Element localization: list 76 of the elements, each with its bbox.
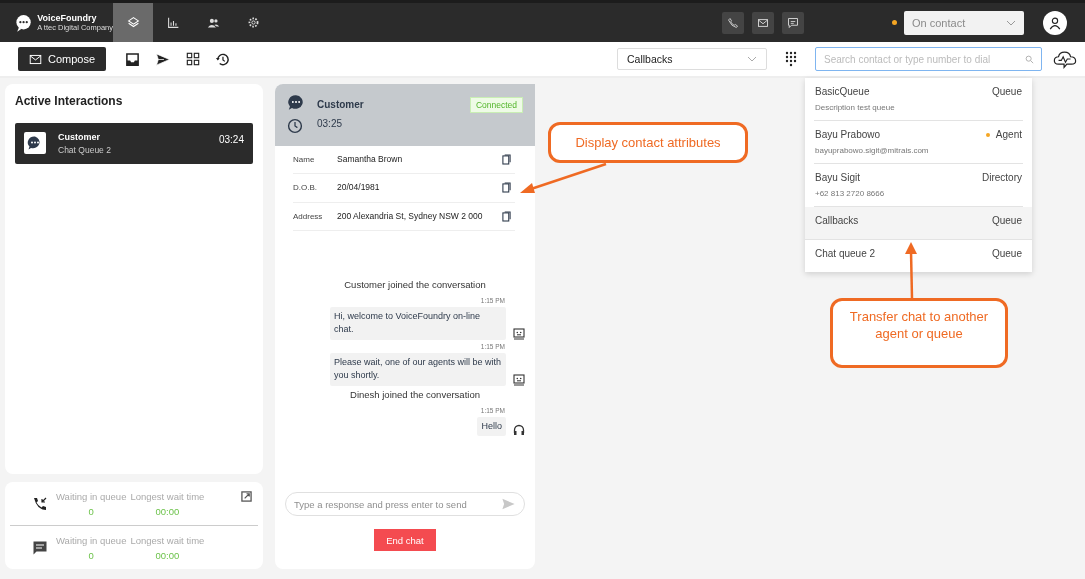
system-message: Customer joined the conversation: [344, 278, 486, 290]
interaction-timer: 03:24: [218, 134, 244, 145]
attribute-value: Samantha Brown: [337, 153, 404, 166]
send-icon[interactable]: [155, 51, 171, 67]
chevron-down-icon: [1006, 19, 1016, 26]
interaction-card[interactable]: Customer Chat Queue 2 03:24: [15, 123, 253, 164]
queue-select[interactable]: Callbacks: [617, 48, 767, 70]
bar-chart-icon: [166, 16, 180, 29]
message-icon: [32, 539, 48, 556]
mail-button[interactable]: [752, 11, 774, 34]
phone-button[interactable]: [722, 11, 744, 34]
search-field[interactable]: Search contact or type number to dial: [815, 47, 1042, 71]
search-result[interactable]: Bayu Prabowo Agent bayuprabowo.sigit@mitrais.com: [814, 121, 1023, 164]
phone-icon: [727, 16, 739, 29]
people-icon: [206, 16, 220, 29]
mail-icon: [28, 52, 42, 66]
chat-button[interactable]: [782, 11, 804, 34]
stat-value: 0: [88, 505, 94, 517]
end-chat-button[interactable]: End chat: [374, 529, 436, 551]
layers-tab[interactable]: [113, 3, 153, 42]
message-bubble: Please wait, one of our agents will be with you shortly.: [330, 352, 506, 386]
annotation-arrow: [903, 241, 919, 299]
stat-value: 00:00: [155, 505, 180, 517]
panel-title: Active Interactions: [15, 94, 124, 108]
bot-icon: [513, 327, 525, 340]
chat-bubble-icon: [287, 94, 305, 112]
annotation-callout: Display contact attributes: [548, 122, 748, 163]
chat-bubble-icon: [24, 132, 46, 154]
reply-field[interactable]: Type a response and press enter to send: [285, 492, 525, 516]
search-result[interactable]: Chat queue 2 Queue: [814, 240, 1023, 272]
dialpad-icon[interactable]: [785, 51, 797, 67]
compose-button[interactable]: Compose: [18, 47, 106, 71]
message-bubble: Hello: [477, 416, 506, 437]
queue-select-value: Callbacks: [627, 53, 673, 65]
headset-icon: [513, 424, 525, 437]
stat-value: 00:00: [155, 549, 180, 561]
grid-icon[interactable]: [186, 52, 200, 66]
layers-icon: [126, 16, 140, 29]
copy-icon[interactable]: [502, 210, 511, 222]
annotation-callout: Transfer chat to another agent or queue: [830, 298, 1008, 368]
attribute-value: 20/04/1981: [337, 181, 381, 195]
status-value: On contact: [912, 16, 966, 29]
system-message: Dinesh joined the conversation: [350, 388, 480, 400]
copy-icon[interactable]: [502, 182, 511, 194]
message-icon: [787, 16, 799, 29]
attribute-label: Name: [293, 155, 316, 165]
stat-label: Waiting in queue: [56, 490, 127, 502]
chat-timer: 03:25: [317, 118, 344, 129]
search-result[interactable]: Callbacks Queue: [805, 207, 1032, 240]
status-badge: Connected: [469, 97, 523, 113]
clock-icon: [287, 118, 303, 134]
mail-icon: [757, 16, 769, 29]
chevron-down-icon: [747, 56, 757, 62]
incoming-call-icon: [32, 495, 48, 512]
attribute-value: 200 Alexandria St, Sydney NSW 2 000: [337, 209, 484, 223]
bot-icon: [513, 373, 525, 386]
cloud-icon[interactable]: [1053, 49, 1077, 69]
queue-name: Chat Queue 2: [58, 145, 112, 155]
history-icon[interactable]: [215, 51, 230, 67]
brand-name: VoiceFoundry: [37, 13, 98, 23]
stat-label: Longest wait time: [130, 490, 205, 502]
search-icon: [1025, 54, 1034, 64]
avatar-icon[interactable]: [1043, 10, 1067, 35]
attribute-label: Address: [293, 211, 324, 221]
stat-label: Waiting in queue: [56, 534, 127, 546]
search-result[interactable]: BasicQueue Queue Description test queue: [814, 78, 1023, 121]
copy-icon[interactable]: [502, 154, 511, 166]
message-bubble: Hi, welcome to VoiceFoundry on-line chat.: [330, 306, 506, 340]
contact-name: Customer: [58, 132, 101, 142]
attribute-label: D.O.B.: [293, 183, 318, 193]
contact-name: Customer: [317, 99, 365, 110]
settings-icon: [246, 16, 260, 29]
popout-icon[interactable]: [241, 491, 252, 502]
inbox-icon[interactable]: [125, 51, 140, 67]
stat-label: Longest wait time: [130, 534, 205, 546]
stat-value: 0: [88, 549, 94, 561]
